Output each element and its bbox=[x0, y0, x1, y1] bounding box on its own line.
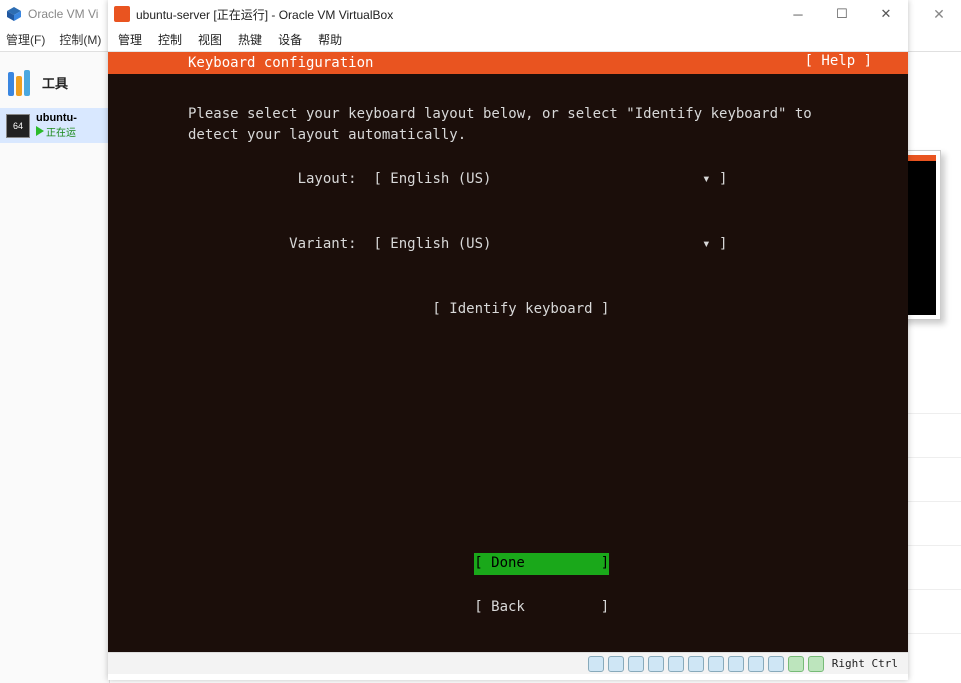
installer-title: Keyboard configuration bbox=[188, 55, 373, 71]
layout-label: Layout: bbox=[188, 171, 373, 187]
display-icon[interactable] bbox=[708, 656, 724, 672]
layout-select[interactable]: [ English (US) ▾ ] bbox=[373, 171, 727, 187]
vm-framebuffer[interactable]: Keyboard configuration [ Help ] Please s… bbox=[108, 52, 908, 652]
tools-icon bbox=[8, 68, 36, 96]
vm-window: ubuntu-server [正在运行] - Oracle VM Virtual… bbox=[108, 0, 908, 680]
variant-label: Variant: bbox=[188, 236, 373, 252]
shared-folders-icon[interactable] bbox=[688, 656, 704, 672]
hd-activity-icon[interactable] bbox=[588, 656, 604, 672]
vm-os-icon: 64 bbox=[6, 114, 30, 138]
manager-close-button[interactable]: ✕ bbox=[917, 0, 961, 28]
vm-menu-help[interactable]: 帮助 bbox=[318, 31, 342, 48]
installer-header: Keyboard configuration [ Help ] bbox=[108, 52, 908, 74]
vm-menu-devices[interactable]: 设备 bbox=[278, 31, 302, 48]
mouse-integration-icon[interactable] bbox=[768, 656, 784, 672]
cpu-icon[interactable] bbox=[748, 656, 764, 672]
recording-icon[interactable] bbox=[728, 656, 744, 672]
tools-label: 工具 bbox=[42, 73, 68, 92]
vm-menubar: 管理 控制 视图 热键 设备 帮助 bbox=[108, 28, 908, 52]
manager-title: Oracle VM Vi bbox=[28, 7, 98, 21]
vm-state: 正在运 bbox=[46, 128, 76, 139]
vm-window-title: ubuntu-server [正在运行] - Oracle VM Virtual… bbox=[136, 6, 393, 23]
vm-statusbar: Right Ctrl bbox=[108, 652, 908, 674]
back-button[interactable]: [ Back ] bbox=[474, 597, 609, 619]
hostkey-indicator-icon[interactable] bbox=[808, 656, 824, 672]
vm-menu-manage[interactable]: 管理 bbox=[118, 31, 142, 48]
hostkey-label: Right Ctrl bbox=[828, 657, 902, 670]
network-icon[interactable] bbox=[648, 656, 664, 672]
virtualbox-icon bbox=[6, 6, 22, 22]
installer-instruction-l2: detect your layout automatically. bbox=[188, 127, 466, 143]
identify-keyboard-button[interactable]: [ Identify keyboard ] bbox=[188, 299, 828, 321]
ubuntu-icon bbox=[114, 6, 130, 22]
manager-menu-machine[interactable]: 控制(M) bbox=[59, 31, 101, 48]
vm-menu-control[interactable]: 控制 bbox=[158, 31, 182, 48]
manager-sidebar: 工具 64 ubuntu- 正在运 bbox=[0, 52, 110, 683]
manager-menu-file[interactable]: 管理(F) bbox=[6, 31, 45, 48]
vm-maximize-button[interactable]: ☐ bbox=[820, 0, 864, 28]
vm-name: ubuntu- bbox=[36, 112, 77, 124]
vm-minimize-button[interactable]: ─ bbox=[776, 0, 820, 28]
vm-close-button[interactable]: ✕ bbox=[864, 0, 908, 28]
done-button[interactable]: [ Done ] bbox=[474, 553, 609, 575]
sidebar-vm-entry[interactable]: 64 ubuntu- 正在运 bbox=[0, 108, 109, 143]
keyboard-capture-icon[interactable] bbox=[788, 656, 804, 672]
sidebar-tools[interactable]: 工具 bbox=[0, 62, 109, 102]
optical-activity-icon[interactable] bbox=[608, 656, 624, 672]
usb-icon[interactable] bbox=[668, 656, 684, 672]
vm-menu-input[interactable]: 热键 bbox=[238, 31, 262, 48]
installer-footer: [ Done ] [ Back ] bbox=[108, 532, 908, 640]
audio-icon[interactable] bbox=[628, 656, 644, 672]
variant-select[interactable]: [ English (US) ▾ ] bbox=[373, 236, 727, 252]
installer-instruction-l1: Please select your keyboard layout below… bbox=[188, 106, 812, 122]
running-icon bbox=[36, 126, 44, 136]
installer-help-button[interactable]: [ Help ] bbox=[805, 53, 872, 69]
vm-menu-view[interactable]: 视图 bbox=[198, 31, 222, 48]
vm-titlebar[interactable]: ubuntu-server [正在运行] - Oracle VM Virtual… bbox=[108, 0, 908, 28]
